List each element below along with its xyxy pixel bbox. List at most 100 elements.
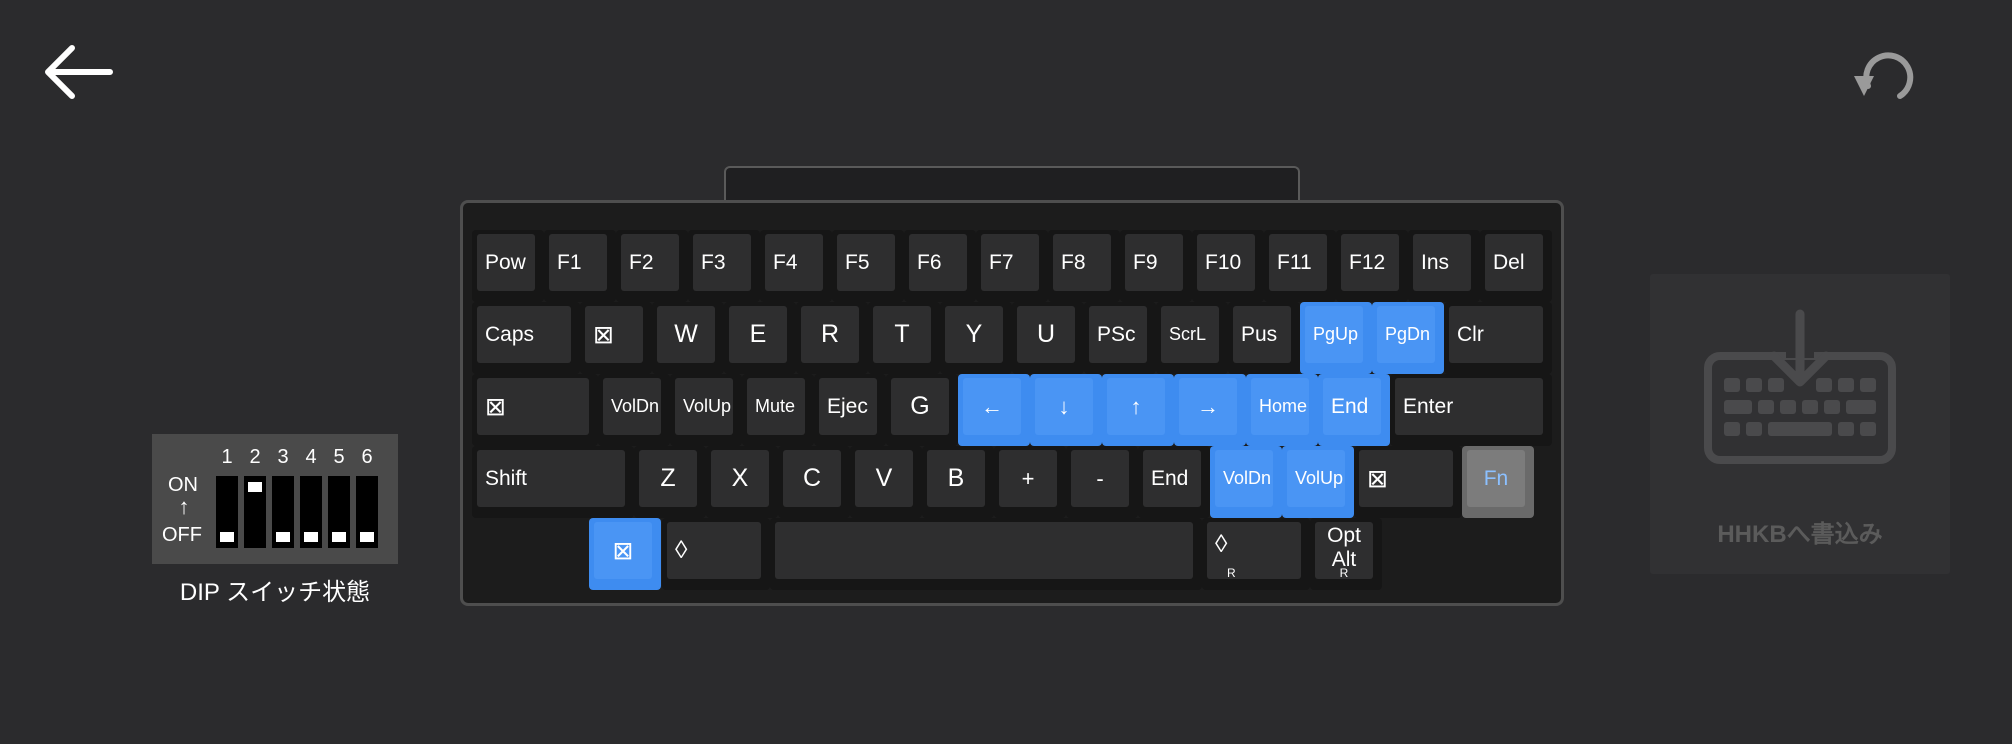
key[interactable]: Caps: [472, 302, 580, 374]
key[interactable]: W: [652, 302, 724, 374]
key-cap: Caps: [477, 306, 571, 363]
dip-switch-6: [356, 476, 378, 548]
key[interactable]: Ejec: [814, 374, 886, 446]
dip-number: 6: [361, 446, 373, 468]
key[interactable]: VolUp: [670, 374, 742, 446]
key-label: Clr: [1457, 322, 1484, 346]
key[interactable]: Home: [1246, 374, 1318, 446]
key[interactable]: F11: [1264, 230, 1336, 302]
key[interactable]: Del: [1480, 230, 1552, 302]
key[interactable]: Y: [940, 302, 1012, 374]
key-label: ◊: [675, 536, 688, 564]
key[interactable]: F7: [976, 230, 1048, 302]
dip-switch-knob: [276, 532, 290, 542]
key-cap: V: [855, 450, 913, 507]
key[interactable]: Pow: [472, 230, 544, 302]
key[interactable]: ⊠: [472, 374, 598, 446]
key[interactable]: E: [724, 302, 796, 374]
key[interactable]: F2: [616, 230, 688, 302]
key-label: ⊠: [612, 536, 634, 565]
key-label: F6: [917, 250, 942, 274]
key-label: F11: [1277, 250, 1312, 274]
key[interactable]: X: [706, 446, 778, 518]
key[interactable]: F12: [1336, 230, 1408, 302]
key-cap: F7: [981, 234, 1039, 291]
key[interactable]: R: [796, 302, 868, 374]
key[interactable]: ⊠: [589, 518, 661, 590]
dip-switch-knob: [220, 532, 234, 542]
key-label: PSc: [1097, 322, 1136, 346]
key[interactable]: End: [1318, 374, 1390, 446]
key-cap: X: [711, 450, 769, 507]
key[interactable]: C: [778, 446, 850, 518]
key[interactable]: End: [1138, 446, 1210, 518]
key-label: E: [749, 320, 767, 348]
key[interactable]: F6: [904, 230, 976, 302]
key-cap: ←: [963, 378, 1021, 435]
key-cap: -: [1071, 450, 1129, 507]
key[interactable]: Fn: [1462, 446, 1534, 518]
key-label: ◊: [1215, 530, 1228, 558]
key[interactable]: ScrL: [1156, 302, 1228, 374]
key-cap: Pus: [1233, 306, 1291, 363]
key-cap: ↑: [1107, 378, 1165, 435]
key[interactable]: Mute: [742, 374, 814, 446]
key-label: B: [947, 464, 965, 492]
key[interactable]: Opt Alt R: [1310, 518, 1382, 590]
key[interactable]: ⊠: [1354, 446, 1462, 518]
back-button[interactable]: [38, 40, 118, 104]
key[interactable]: F4: [760, 230, 832, 302]
key[interactable]: Clr: [1444, 302, 1552, 374]
key[interactable]: B: [922, 446, 994, 518]
key[interactable]: F9: [1120, 230, 1192, 302]
key[interactable]: VolDn: [598, 374, 670, 446]
key-label: F1: [557, 250, 582, 274]
key[interactable]: ↑: [1102, 374, 1174, 446]
key[interactable]: VolDn: [1210, 446, 1282, 518]
key-cap: F12: [1341, 234, 1399, 291]
key[interactable]: Enter: [1390, 374, 1552, 446]
key[interactable]: PgDn: [1372, 302, 1444, 374]
key[interactable]: Ins: [1408, 230, 1480, 302]
key[interactable]: Pus: [1228, 302, 1300, 374]
key[interactable]: ←: [958, 374, 1030, 446]
key[interactable]: ◊ R: [1202, 518, 1310, 590]
key-cap: Ins: [1413, 234, 1471, 291]
key[interactable]: VolUp: [1282, 446, 1354, 518]
key[interactable]: PSc: [1084, 302, 1156, 374]
key[interactable]: F5: [832, 230, 904, 302]
key-label: U: [1036, 320, 1056, 348]
key[interactable]: →: [1174, 374, 1246, 446]
key[interactable]: F10: [1192, 230, 1264, 302]
key[interactable]: ↓: [1030, 374, 1102, 446]
key[interactable]: T: [868, 302, 940, 374]
dip-switch-knob: [248, 482, 262, 492]
key[interactable]: F3: [688, 230, 760, 302]
dip-switch-panel: ON ↑ OFF 123456: [152, 434, 398, 564]
key[interactable]: PgUp: [1300, 302, 1372, 374]
key-cap: Enter: [1395, 378, 1543, 435]
key[interactable]: +: [994, 446, 1066, 518]
key[interactable]: Z: [634, 446, 706, 518]
key-label: PgDn: [1385, 324, 1431, 344]
key[interactable]: -: [1066, 446, 1138, 518]
key[interactable]: Shift: [472, 446, 634, 518]
reset-button[interactable]: [1838, 42, 1918, 106]
key-sublabel: R: [1227, 566, 1236, 580]
key[interactable]: ⊠: [580, 302, 652, 374]
key[interactable]: V: [850, 446, 922, 518]
key-cap: ⊠: [585, 306, 643, 363]
key-cap: PgUp: [1305, 306, 1363, 363]
key-cap: End: [1323, 378, 1381, 435]
key[interactable]: F8: [1048, 230, 1120, 302]
key[interactable]: G: [886, 374, 958, 446]
key[interactable]: ◊: [662, 518, 770, 590]
dip-switch-5: [328, 476, 350, 548]
dip-number: 3: [277, 446, 289, 468]
key[interactable]: F1: [544, 230, 616, 302]
key-label: +: [1021, 465, 1035, 491]
write-to-hhkb-button[interactable]: HHKBへ書込み: [1650, 274, 1950, 574]
key[interactable]: U: [1012, 302, 1084, 374]
key[interactable]: [770, 518, 1202, 590]
key-cap: Ejec: [819, 378, 877, 435]
